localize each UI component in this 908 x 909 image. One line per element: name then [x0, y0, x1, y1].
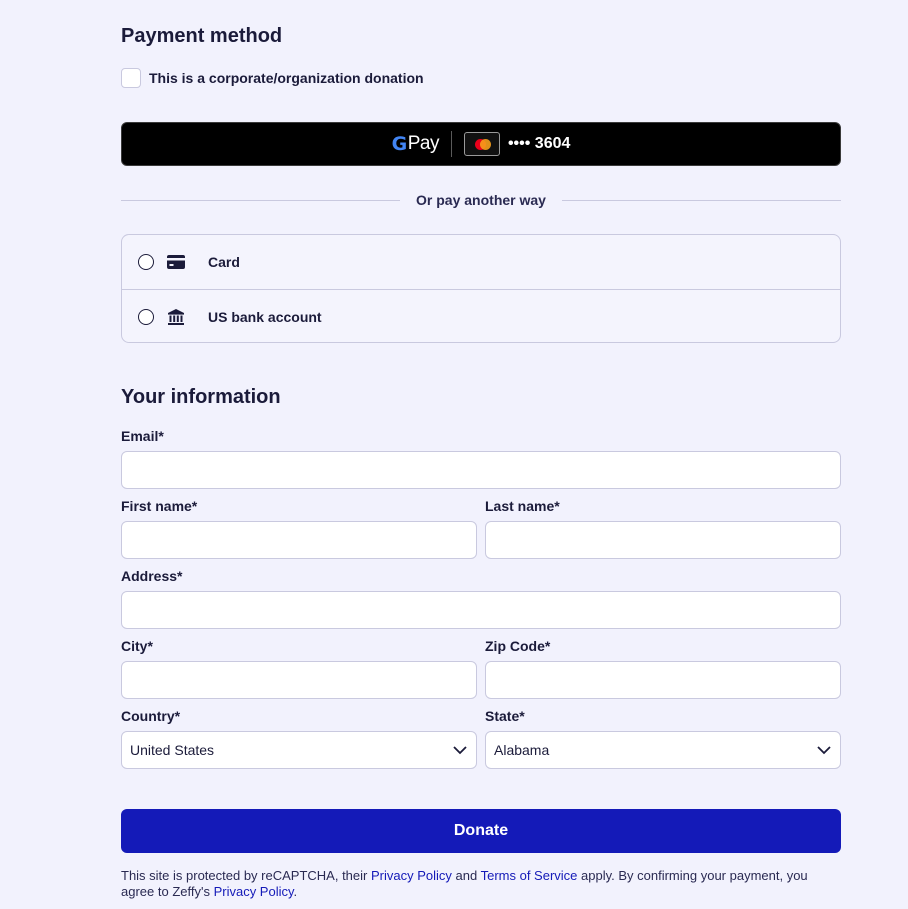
zeffy-privacy-policy-link[interactable]: Privacy Policy: [214, 884, 294, 899]
first-name-field[interactable]: [121, 521, 477, 559]
corporate-donation-checkbox[interactable]: [121, 68, 141, 88]
email-label: Email*: [121, 428, 164, 444]
bank-radio[interactable]: [138, 308, 154, 325]
privacy-policy-link[interactable]: Privacy Policy: [371, 868, 452, 883]
google-g-icon: G: [391, 133, 408, 155]
credit-card-icon: [166, 252, 186, 272]
donate-button[interactable]: Donate: [121, 809, 841, 853]
last-name-field[interactable]: [485, 521, 841, 559]
first-name-label: First name*: [121, 498, 198, 514]
card-radio[interactable]: [138, 254, 154, 270]
chevron-down-icon: [817, 746, 831, 755]
zip-code-label: Zip Code*: [485, 638, 551, 654]
address-field[interactable]: [121, 591, 841, 629]
chevron-down-icon: [453, 746, 467, 755]
corporate-donation-row[interactable]: This is a corporate/organization donatio…: [121, 68, 424, 88]
terms-of-service-link[interactable]: Terms of Service: [481, 868, 578, 883]
city-field[interactable]: [121, 661, 477, 699]
payment-methods-list: Card US bank account: [121, 234, 841, 343]
legal-text-2: and: [451, 868, 481, 883]
card-label[interactable]: Card: [208, 254, 240, 270]
city-label: City*: [121, 638, 153, 654]
google-pay-logo: G Pay: [391, 133, 440, 155]
google-pay-text: Pay: [407, 133, 440, 154]
bank-icon: [166, 307, 186, 327]
divider-line-left: [121, 199, 401, 201]
country-value: United States: [130, 742, 215, 758]
card-last-digits: •••• 3604: [507, 135, 571, 152]
legal-notice: This site is protected by reCAPTCHA, the…: [121, 868, 841, 900]
state-label: State*: [485, 708, 525, 724]
your-information-title: Your information: [121, 386, 281, 408]
pay-another-way-divider: Or pay another way: [121, 190, 841, 210]
divider-line-right: [561, 199, 841, 201]
payment-method-card[interactable]: Card: [122, 235, 840, 289]
payment-method-bank[interactable]: US bank account: [122, 289, 840, 343]
address-label: Address*: [121, 568, 183, 584]
bank-account-label[interactable]: US bank account: [208, 309, 322, 325]
country-label: Country*: [121, 708, 181, 724]
corporate-donation-label[interactable]: This is a corporate/organization donatio…: [149, 70, 424, 86]
google-pay-button[interactable]: G Pay •••• 3604: [121, 122, 841, 166]
country-select[interactable]: United States: [121, 731, 477, 769]
google-pay-separator: [450, 131, 452, 157]
mastercard-icon: [463, 132, 500, 156]
pay-another-way-text: Or pay another way: [416, 192, 546, 208]
email-field[interactable]: [121, 451, 841, 489]
zip-code-field[interactable]: [485, 661, 841, 699]
state-value: Alabama: [494, 742, 550, 758]
legal-text-4: .: [293, 884, 298, 899]
payment-method-title: Payment method: [121, 25, 283, 47]
last-name-label: Last name*: [485, 498, 560, 514]
state-select[interactable]: Alabama: [485, 731, 841, 769]
legal-text-1: This site is protected by reCAPTCHA, the…: [121, 868, 371, 883]
